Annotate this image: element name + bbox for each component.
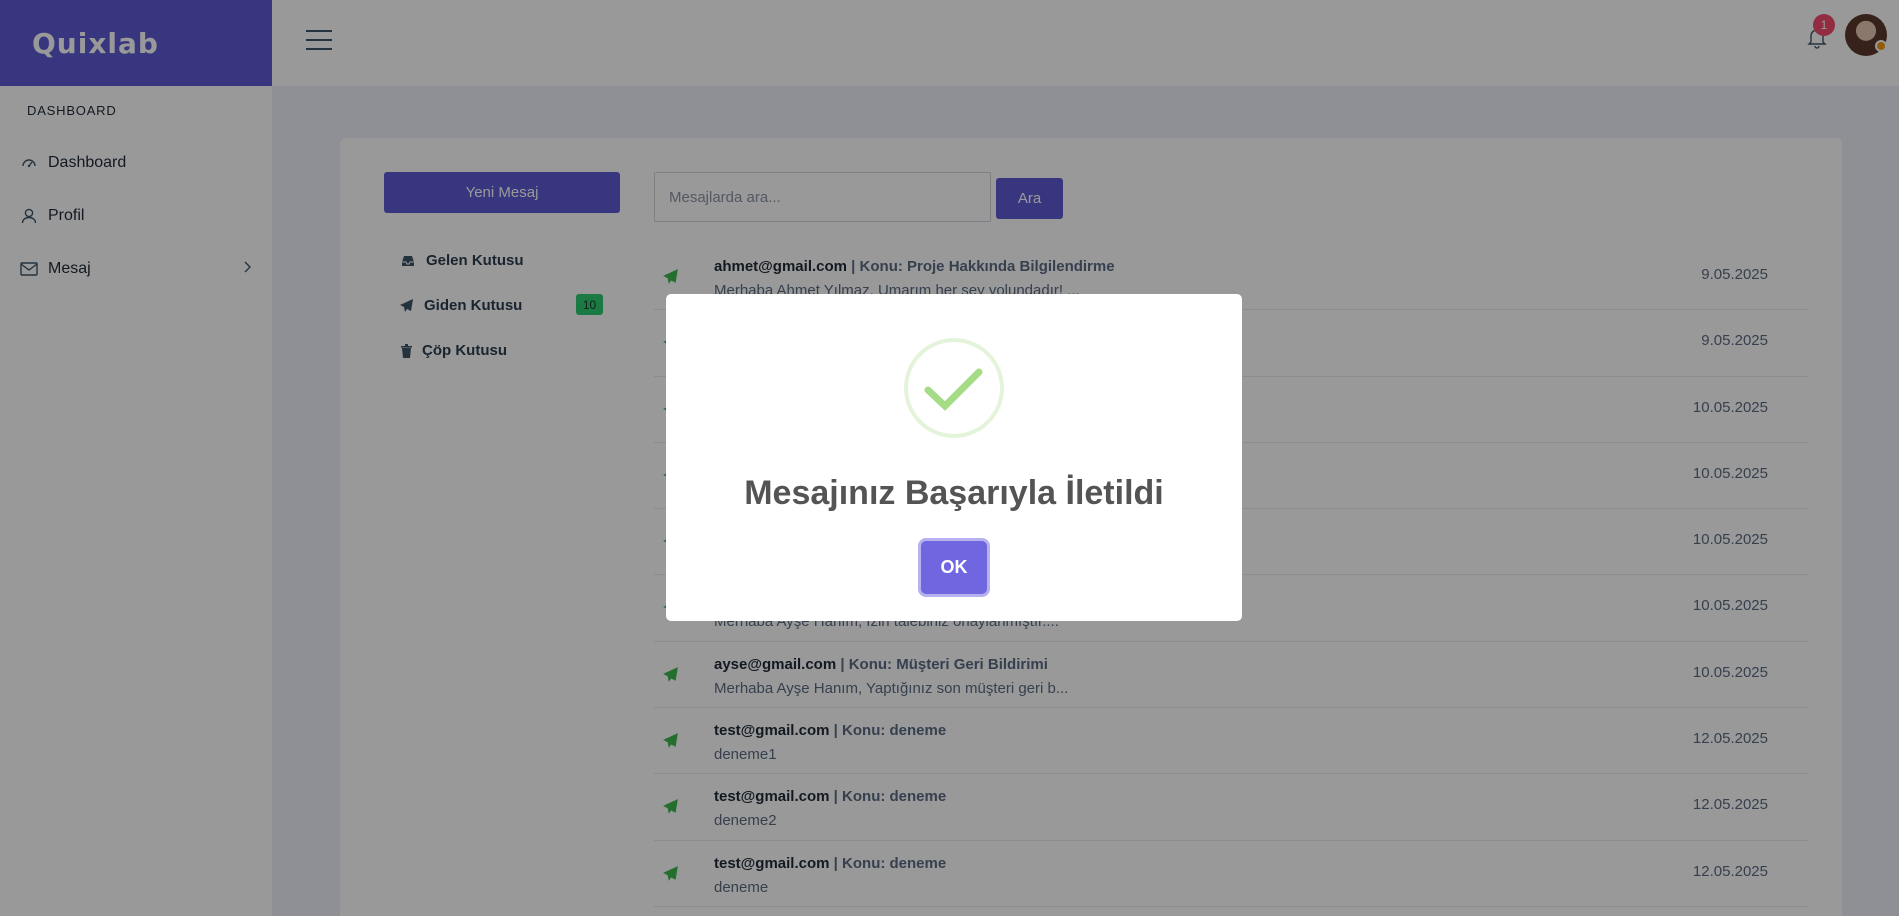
dialog-title: Mesajınız Başarıyla İletildi (744, 474, 1164, 512)
ok-button[interactable]: OK (921, 541, 987, 594)
success-check-icon (904, 338, 1004, 438)
success-dialog: Mesajınız Başarıyla İletildi OK (666, 294, 1242, 621)
